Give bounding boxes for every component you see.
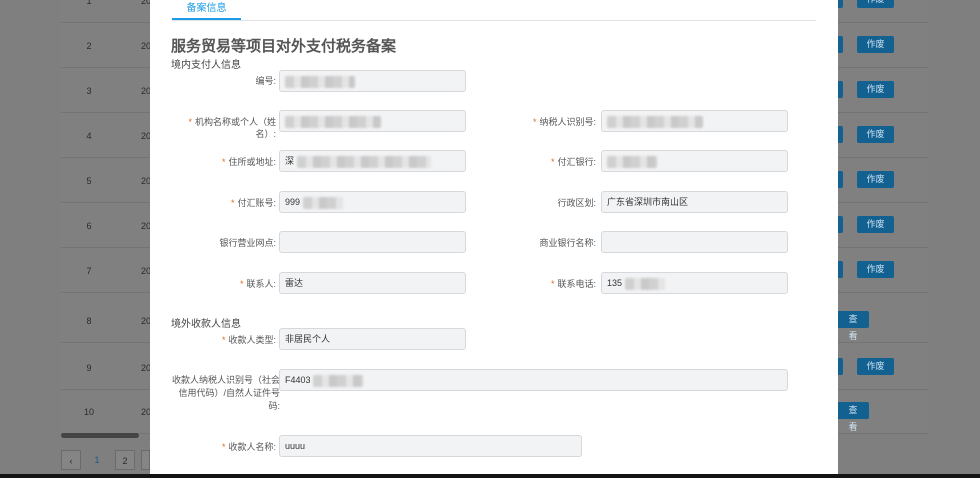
- admin-region-label-text: 行政区划:: [557, 198, 596, 208]
- remit-account-label: * 付汇账号:: [170, 197, 276, 209]
- phone-label-text: 联系电话:: [557, 279, 596, 289]
- row-number: 5: [86, 176, 92, 186]
- bottom-strip: [0, 474, 980, 478]
- bank-branch-field[interactable]: [279, 231, 466, 253]
- payee-type-label-text: 收款人类型:: [228, 335, 276, 345]
- tab-filing-info[interactable]: 备案信息: [172, 0, 241, 20]
- bank-branch-label-text: 银行营业网点:: [219, 238, 276, 248]
- org-name-label-text: 机构名称或个人（姓名）:: [194, 117, 276, 139]
- pager-page-2[interactable]: 2: [115, 450, 135, 470]
- void-button[interactable]: 作废: [857, 36, 894, 53]
- redacted-mask: [313, 374, 364, 387]
- serial-no-label: 编号:: [170, 75, 276, 87]
- taxpayer-id-field[interactable]: [601, 110, 788, 132]
- payee-tax-id-field[interactable]: F4403: [279, 369, 788, 391]
- contact-value: 雷达: [285, 278, 304, 288]
- domestic-payer-section-title: 境内支付人信息: [171, 60, 241, 71]
- serial-no-label-text: 编号:: [255, 76, 276, 86]
- pager-prev-button[interactable]: ‹: [61, 450, 81, 470]
- contact-label: * 联系人:: [170, 278, 276, 290]
- horizontal-scrollbar[interactable]: [61, 433, 139, 438]
- admin-region-label: 行政区划:: [500, 197, 596, 209]
- required-marker: *: [550, 279, 555, 289]
- remit-account-value: 999: [285, 197, 301, 207]
- commercial-bank-label: 商业银行名称:: [500, 237, 596, 249]
- required-marker: *: [221, 157, 226, 167]
- required-marker: *: [532, 117, 537, 127]
- required-marker: *: [221, 335, 226, 345]
- required-marker: *: [221, 442, 226, 452]
- contact-label-text: 联系人:: [246, 279, 276, 289]
- view-button[interactable]: 查看: [837, 402, 869, 432]
- row-number: 9: [86, 363, 92, 373]
- bank-branch-label: 银行营业网点:: [170, 237, 276, 249]
- payee-type-label: * 收款人类型:: [170, 334, 276, 346]
- required-marker: *: [239, 279, 244, 289]
- address-value: 深: [285, 156, 295, 166]
- payee-tax-id-label-text: 收款人纳税人识别号（社会信用代码）/自然人证件号码:: [171, 375, 280, 411]
- admin-region-value: 广东省深圳市南山区: [607, 197, 689, 207]
- redacted-mask: [285, 115, 381, 128]
- address-label-text: 住所或地址:: [228, 157, 276, 167]
- filing-info-modal: 备案信息 服务贸易等项目对外支付税务备案 境内支付人信息 编号: * 机构名称或个…: [150, 0, 838, 474]
- payee-type-value: 非居民个人: [285, 334, 331, 344]
- required-marker: *: [230, 198, 235, 208]
- taxpayer-id-label: * 纳税人识别号:: [500, 116, 596, 128]
- void-button[interactable]: 作废: [857, 171, 894, 188]
- required-marker: *: [188, 117, 192, 127]
- remit-account-field[interactable]: 999: [279, 191, 466, 213]
- void-button[interactable]: 作废: [857, 126, 894, 143]
- required-marker: *: [550, 157, 555, 167]
- commercial-bank-field[interactable]: [601, 231, 788, 253]
- remit-account-label-text: 付汇账号:: [237, 198, 276, 208]
- void-button[interactable]: 作废: [857, 216, 894, 233]
- serial-no-field[interactable]: [279, 70, 466, 92]
- tab-bar: 备案信息: [172, 0, 816, 21]
- void-button[interactable]: 作废: [857, 358, 894, 375]
- redacted-mask: [607, 115, 703, 128]
- remit-bank-label-text: 付汇银行:: [557, 157, 596, 167]
- void-button[interactable]: 作废: [857, 0, 894, 8]
- payee-name-label: * 收款人名称:: [170, 441, 276, 453]
- redacted-mask: [296, 155, 431, 168]
- void-button[interactable]: 作废: [857, 81, 894, 98]
- row-number: 4: [86, 131, 92, 141]
- payee-tax-id-label: 收款人纳税人识别号（社会信用代码）/自然人证件号码:: [170, 374, 280, 413]
- void-button[interactable]: 作废: [857, 261, 894, 278]
- payee-type-field[interactable]: 非居民个人: [279, 328, 466, 350]
- redacted-mask: [285, 75, 355, 88]
- row-number: 3: [86, 86, 92, 96]
- payee-name-field[interactable]: uuuu: [279, 435, 582, 457]
- phone-label: * 联系电话:: [500, 278, 596, 290]
- row-number: 1: [86, 0, 92, 6]
- org-name-label: * 机构名称或个人（姓名）:: [170, 116, 276, 140]
- redacted-mask: [624, 277, 665, 290]
- payee-name-label-text: 收款人名称:: [228, 442, 276, 452]
- admin-region-field[interactable]: 广东省深圳市南山区: [601, 191, 788, 213]
- row-number: 6: [86, 221, 92, 231]
- org-name-field[interactable]: [279, 110, 466, 132]
- page-title: 服务贸易等项目对外支付税务备案: [171, 38, 397, 55]
- row-number: 7: [86, 266, 92, 276]
- row-number: 8: [86, 316, 92, 326]
- pager-next-button[interactable]: [141, 450, 150, 470]
- pager-page-1[interactable]: 1: [87, 450, 107, 470]
- payee-name-value: uuuu: [285, 441, 306, 451]
- redacted-mask: [607, 155, 657, 168]
- foreign-payee-section-title: 境外收款人信息: [171, 319, 241, 330]
- address-label: * 住所或地址:: [170, 156, 276, 168]
- remit-bank-field[interactable]: [601, 150, 788, 172]
- remit-bank-label: * 付汇银行:: [500, 156, 596, 168]
- phone-value: 135: [607, 278, 623, 288]
- commercial-bank-label-text: 商业银行名称:: [539, 238, 596, 248]
- taxpayer-id-label-text: 纳税人识别号:: [539, 117, 596, 127]
- address-field[interactable]: 深: [279, 150, 466, 172]
- row-number: 2: [86, 41, 92, 51]
- phone-field[interactable]: 135: [601, 272, 788, 294]
- payee-tax-id-value: F4403: [285, 375, 311, 385]
- redacted-mask: [302, 196, 343, 209]
- row-number: 10: [83, 407, 94, 417]
- view-button[interactable]: 查看: [837, 311, 869, 341]
- contact-field[interactable]: 雷达: [279, 272, 466, 294]
